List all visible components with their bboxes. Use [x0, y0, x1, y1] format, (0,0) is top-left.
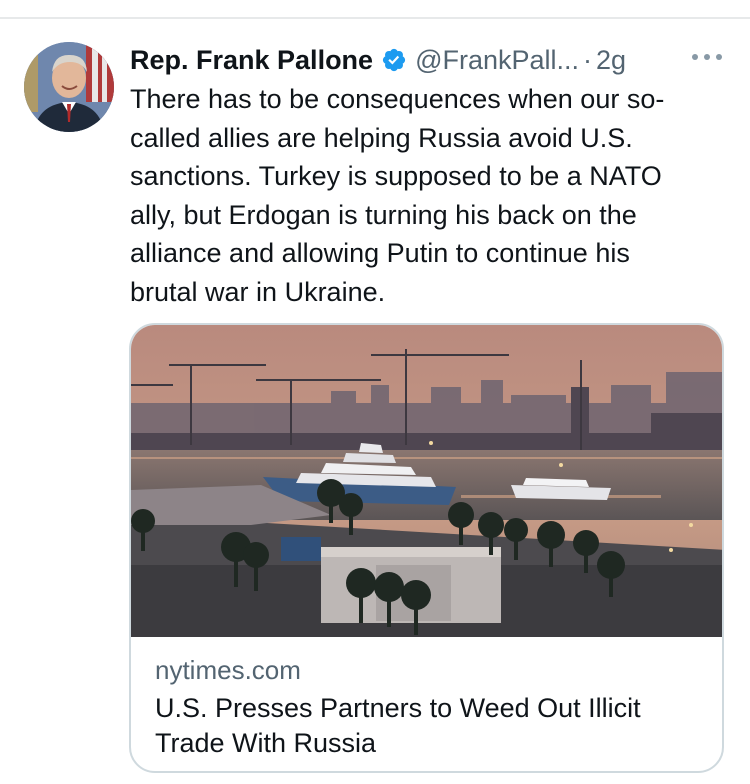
timestamp[interactable]: 2g [596, 45, 626, 76]
card-image [131, 325, 722, 637]
avatar[interactable] [24, 42, 114, 132]
separator-dot: · [583, 44, 593, 75]
verified-badge-icon [381, 47, 407, 73]
avatar-photo [24, 42, 114, 132]
link-preview-card[interactable]: nytimes.com U.S. Presses Partners to Wee… [129, 323, 724, 773]
top-divider [0, 17, 750, 19]
card-domain: nytimes.com [155, 655, 301, 685]
user-handle[interactable]: @FrankPall... [415, 45, 579, 76]
tweet-header: Rep. Frank Pallone @FrankPall... · 2g [130, 40, 730, 80]
tweet-text: There has to be consequences when our so… [130, 84, 665, 307]
display-name[interactable]: Rep. Frank Pallone [130, 45, 373, 76]
card-title: U.S. Presses Partners to Weed Out Illici… [155, 693, 641, 758]
more-options-icon[interactable] [692, 50, 722, 64]
